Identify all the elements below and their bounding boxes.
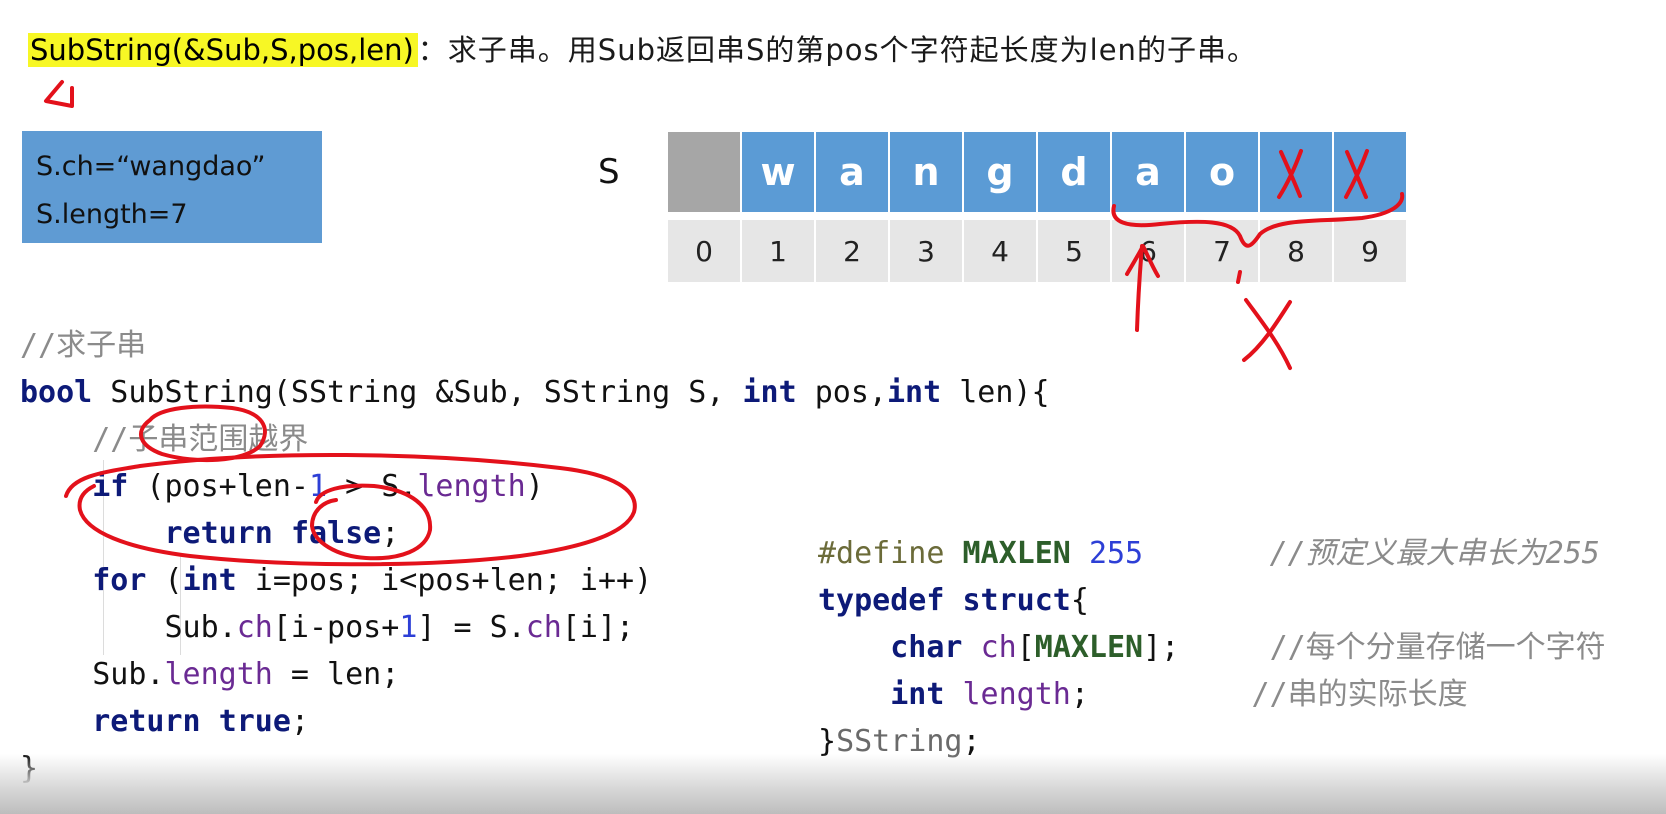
array-cell: w bbox=[742, 132, 814, 212]
code-number: 255 bbox=[1088, 536, 1144, 571]
code-keyword: if bbox=[92, 469, 129, 504]
code-keyword: int bbox=[182, 563, 237, 598]
code-text: ; bbox=[1070, 677, 1089, 712]
array-cell: g bbox=[964, 132, 1036, 212]
code-field: ch bbox=[236, 610, 273, 645]
code-keyword: false bbox=[290, 516, 382, 551]
code-keyword: return bbox=[92, 704, 201, 739]
code-keyword: char bbox=[890, 630, 963, 665]
code-macro: MAXLEN bbox=[1034, 630, 1144, 665]
code-keyword: bool bbox=[20, 375, 93, 410]
array-index: 5 bbox=[1038, 220, 1110, 282]
array-index: 8 bbox=[1260, 220, 1332, 282]
code-field: length bbox=[164, 657, 273, 692]
array-index: 1 bbox=[742, 220, 814, 282]
array-label: S bbox=[598, 152, 620, 192]
code-text: ) bbox=[525, 469, 544, 504]
code-macro: MAXLEN bbox=[962, 536, 1071, 571]
code-number: 1 bbox=[399, 610, 418, 645]
code-text: pos, bbox=[796, 375, 887, 410]
array-cell bbox=[1260, 132, 1332, 212]
code-directive: #define bbox=[818, 536, 945, 571]
code-line: #define MAXLEN 255 //预定义最大串长为255 bbox=[818, 530, 1606, 577]
info-length-value: S.length=7 bbox=[36, 199, 188, 230]
video-bottom-fade bbox=[0, 754, 1666, 814]
code-field: ch bbox=[980, 630, 1017, 665]
array-cell: a bbox=[816, 132, 888, 212]
array-cell: d bbox=[1038, 132, 1110, 212]
code-text: Sub. bbox=[164, 610, 237, 645]
code-text: [i-pos+ bbox=[272, 610, 400, 645]
string-info-box: S.ch=“wangdao” S.length=7 bbox=[22, 131, 322, 243]
code-text: len){ bbox=[941, 375, 1050, 410]
code-keyword: for bbox=[92, 563, 147, 598]
code-line: //子串范围越界 bbox=[20, 416, 1050, 463]
code-comment: //串的实际长度 bbox=[1251, 677, 1468, 712]
array-index: 2 bbox=[816, 220, 888, 282]
code-text: [i]; bbox=[561, 610, 635, 645]
code-text: = len; bbox=[272, 657, 400, 692]
code-text: (pos+len- bbox=[128, 469, 309, 504]
code-field: ch bbox=[525, 610, 562, 645]
code-text: { bbox=[1070, 583, 1089, 618]
code-text: ; bbox=[381, 516, 400, 551]
code-comment: //每个分量存储一个字符 bbox=[1269, 630, 1606, 665]
code-comment: //子串范围越界 bbox=[92, 422, 309, 457]
title-description: ：求子串。用Sub返回串S的第pos个字符起长度为len的子串。 bbox=[417, 33, 1257, 67]
array-index: 7 bbox=[1186, 220, 1258, 282]
title-function-signature: SubString(&Sub,S,pos,len) bbox=[28, 33, 418, 67]
array-cell: a bbox=[1112, 132, 1184, 212]
code-keyword: typedef bbox=[818, 583, 945, 618]
array-index: 4 bbox=[964, 220, 1036, 282]
array-index: 0 bbox=[668, 220, 740, 282]
code-keyword: struct bbox=[962, 583, 1071, 618]
code-line: char ch[MAXLEN]; //每个分量存储一个字符 bbox=[818, 624, 1606, 671]
code-text: i=pos; i<pos+len; i++) bbox=[236, 563, 653, 598]
code-comment: //预定义最大串长为255 bbox=[1269, 536, 1600, 571]
title-line: SubString(&Sub,S,pos,len) ：求子串。用Sub返回串S的第… bbox=[28, 28, 1257, 72]
array-index: 3 bbox=[890, 220, 962, 282]
code-line: typedef struct{ bbox=[818, 577, 1606, 624]
code-text: ( bbox=[146, 563, 183, 598]
code-number: 1 bbox=[309, 469, 328, 504]
ink-x-large bbox=[1242, 298, 1292, 370]
array-cell bbox=[668, 132, 740, 212]
array-cell: o bbox=[1186, 132, 1258, 212]
array-index: 6 bbox=[1112, 220, 1184, 282]
code-line: int length; //串的实际长度 bbox=[818, 671, 1606, 718]
code-text: [ bbox=[1016, 630, 1035, 665]
code-text: Sub. bbox=[92, 657, 165, 692]
code-keyword: int bbox=[742, 375, 797, 410]
array-index: 9 bbox=[1334, 220, 1406, 282]
code-line: if (pos+len-1 > S.length) bbox=[20, 463, 1050, 510]
code-field: length bbox=[962, 677, 1071, 712]
code-text: ; bbox=[290, 704, 309, 739]
code-field: length bbox=[417, 469, 526, 504]
code-text: SubString(SString &Sub, SString S, bbox=[92, 375, 743, 410]
array-cell bbox=[1334, 132, 1406, 212]
code-text: ]; bbox=[1143, 630, 1180, 665]
code-comment: //求子串 bbox=[20, 328, 147, 363]
code-keyword: true bbox=[218, 704, 291, 739]
string-array-diagram: w a n g d a o 0 1 2 3 4 5 6 7 8 9 bbox=[668, 132, 1406, 282]
code-keyword: int bbox=[886, 375, 942, 410]
code-keyword: int bbox=[890, 677, 945, 712]
array-cell: n bbox=[890, 132, 962, 212]
code-text: ] = S. bbox=[417, 610, 526, 645]
info-ch-value: S.ch=“wangdao” bbox=[36, 151, 266, 182]
code-line: //求子串 bbox=[20, 322, 1050, 369]
code-line: bool SubString(SString &Sub, SString S, … bbox=[20, 369, 1050, 416]
ink-mark-title bbox=[44, 80, 74, 108]
code-text: > S. bbox=[327, 469, 418, 504]
sstring-struct-code: #define MAXLEN 255 //预定义最大串长为255 typedef … bbox=[818, 530, 1606, 765]
code-keyword: return bbox=[164, 516, 273, 551]
